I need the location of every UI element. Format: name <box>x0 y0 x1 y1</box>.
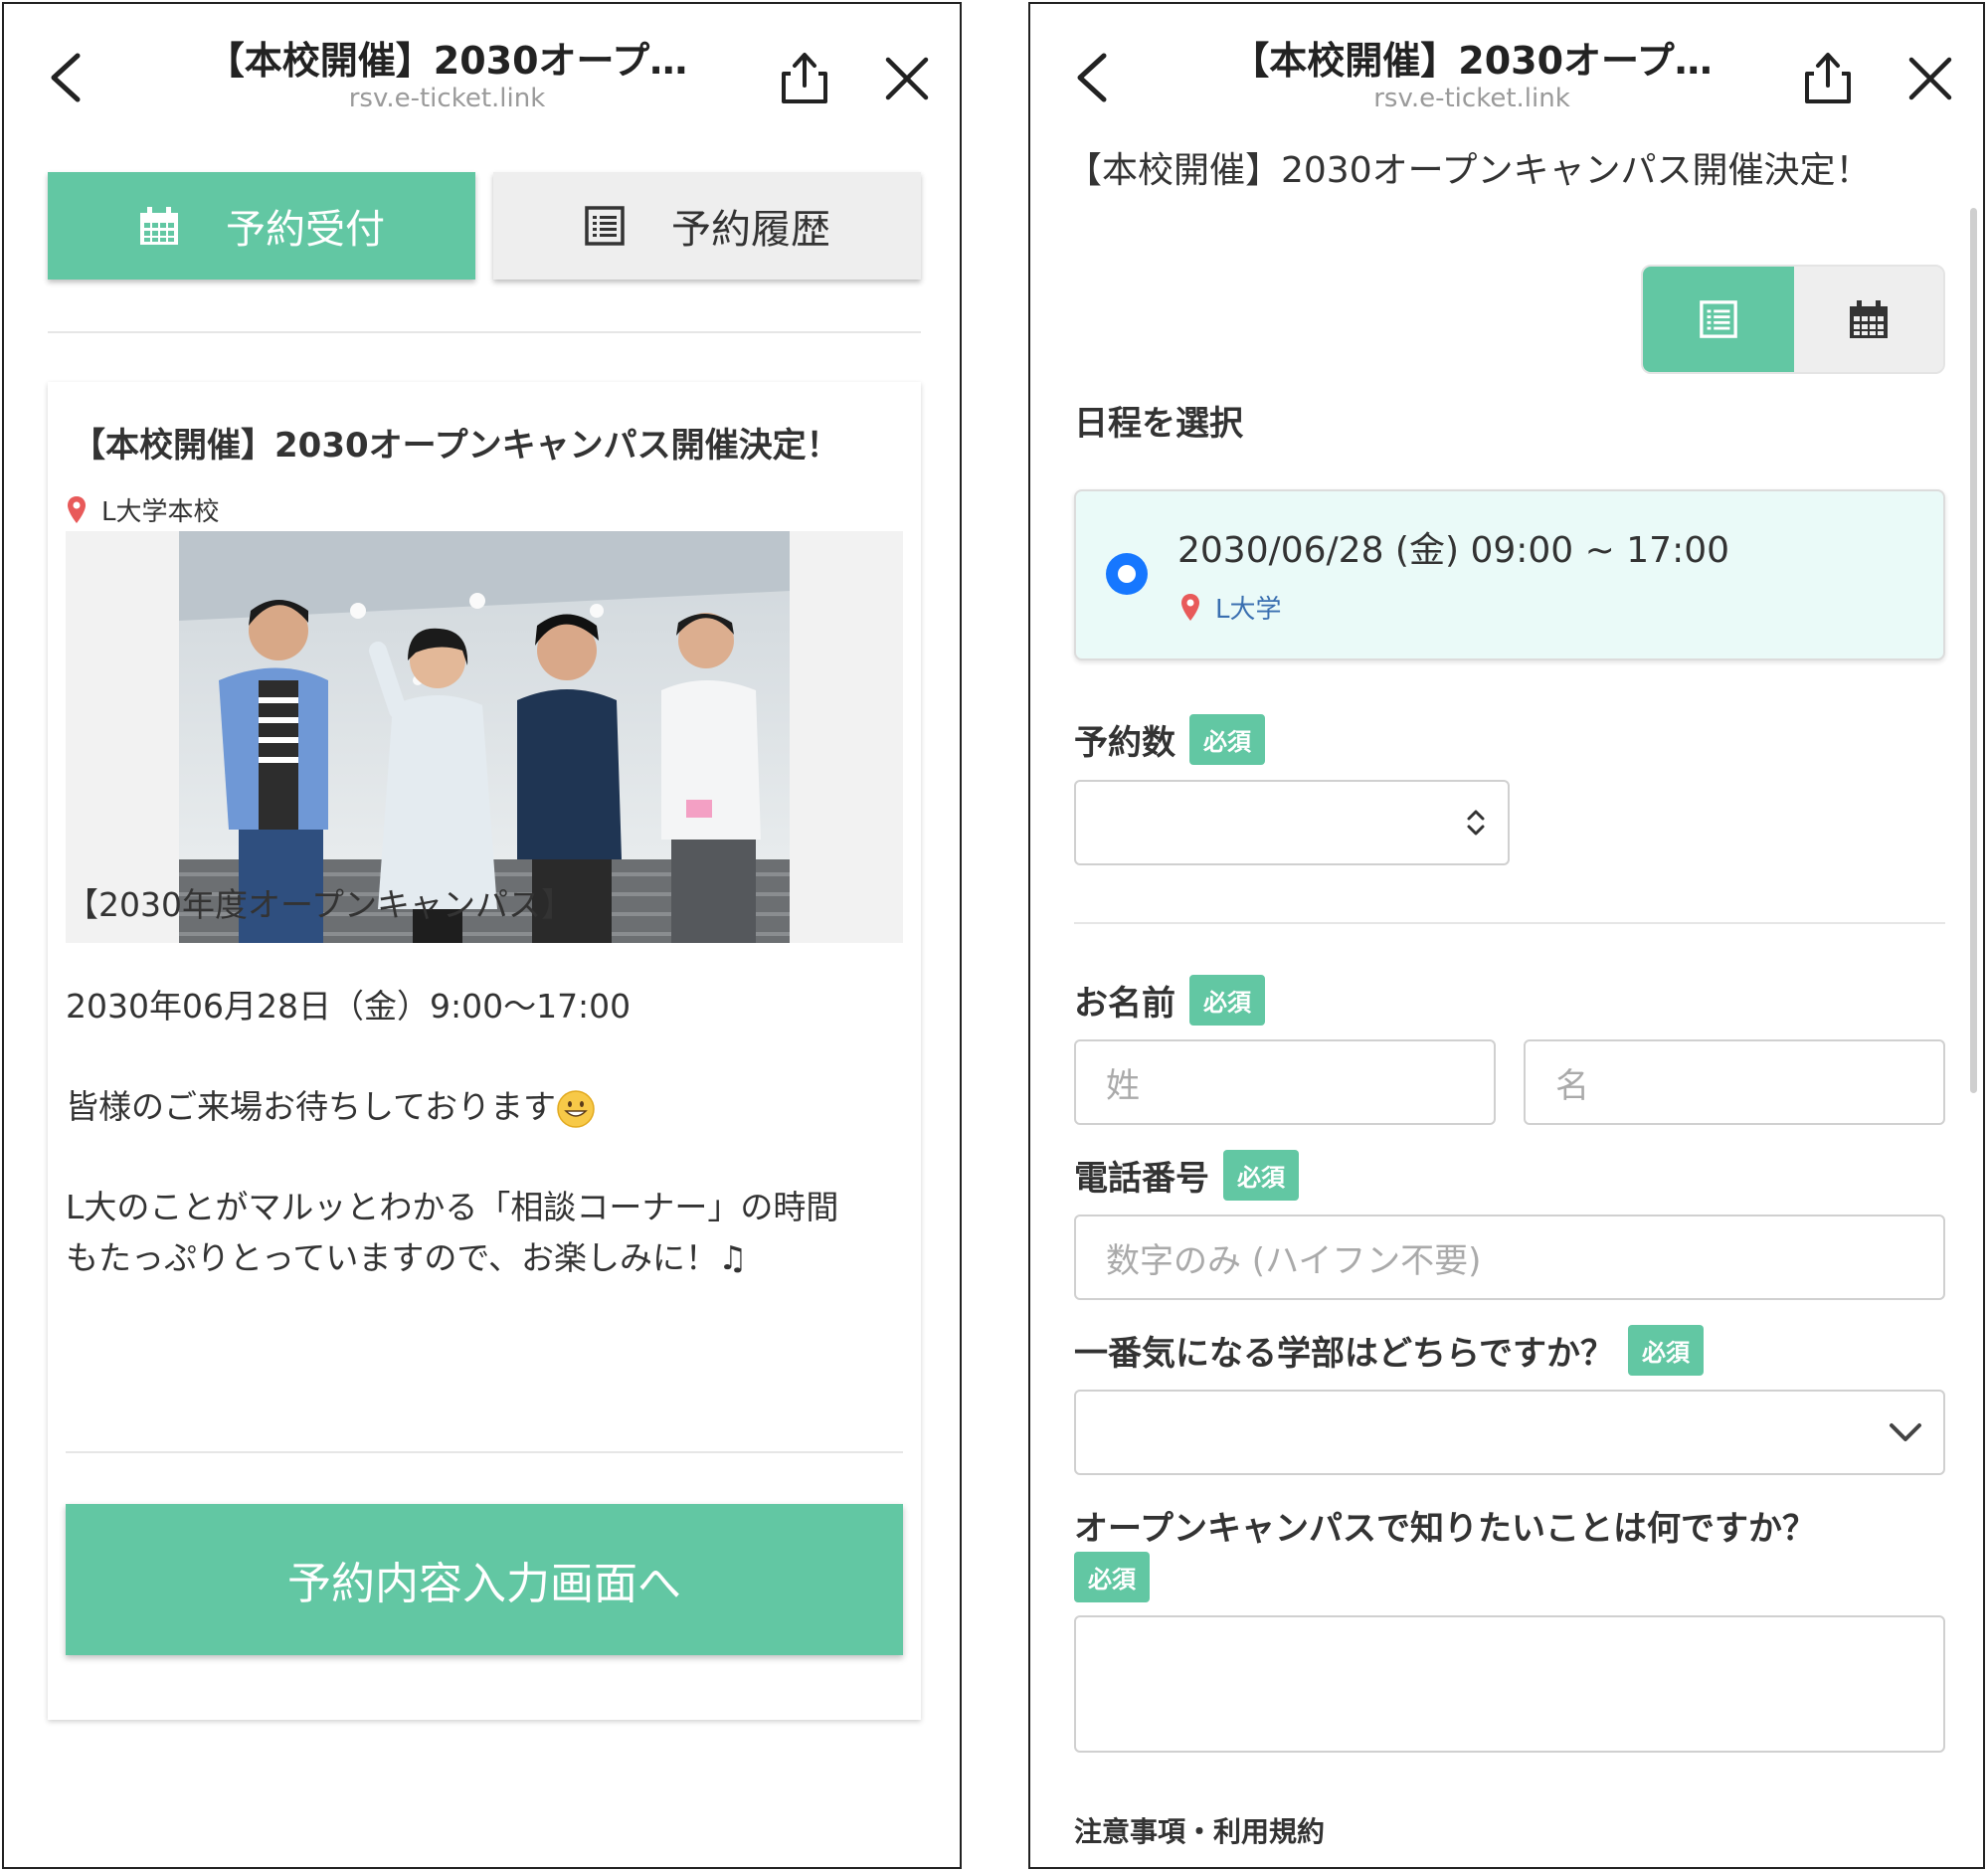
divider <box>66 1451 903 1453</box>
schedule-datetime: 2030/06/28 (金) 09:00 ~ 17:00 <box>1177 530 1730 571</box>
event-title: 【本校開催】2030オープンキャンパス開催決定！ <box>1066 150 1872 191</box>
page-title: 【本校開催】2030オープ… <box>206 39 688 83</box>
schedule-radio[interactable] <box>1106 553 1148 595</box>
phone-screen-event-detail: 【本校開催】2030オープ… rsv.e-ticket.link 予約受付 予約… <box>2 2 962 1869</box>
page-url: rsv.e-ticket.link <box>1373 84 1570 113</box>
close-icon[interactable] <box>1907 56 1953 101</box>
phone-placeholder: 数字のみ (ハイフン不要) <box>1106 1240 1482 1281</box>
phone-label-text: 電話番号 <box>1074 1159 1209 1199</box>
tab-reserve-label: 予約受付 <box>226 207 385 253</box>
event-description-welcome: 皆様のご来場お待ちしております <box>66 1081 596 1133</box>
event-title: 【本校開催】2030オープンキャンパス開催決定！ <box>72 426 840 466</box>
terms-label: 注意事項・利用規約 <box>1074 1815 1326 1848</box>
last-name-input[interactable]: 姓 <box>1074 1039 1496 1125</box>
scrollbar[interactable] <box>1970 208 1977 1093</box>
tab-history[interactable]: 予約履歴 <box>493 172 921 280</box>
list-icon <box>1700 300 1737 338</box>
phone-input[interactable]: 数字のみ (ハイフン不要) <box>1074 1215 1945 1300</box>
page-title: 【本校開催】2030オープ… <box>1231 39 1713 83</box>
event-location-label: L大学本校 <box>101 497 220 527</box>
quantity-label-text: 予約数 <box>1074 723 1175 763</box>
calendar-view-button[interactable] <box>1794 267 1943 372</box>
required-badge: 必須 <box>1074 1552 1150 1602</box>
required-badge: 必須 <box>1223 1150 1299 1201</box>
schedule-location-label: L大学 <box>1215 595 1282 625</box>
divider <box>1074 922 1945 924</box>
share-icon[interactable] <box>1802 50 1854 105</box>
share-icon[interactable] <box>779 50 830 105</box>
close-icon[interactable] <box>884 56 930 101</box>
faculty-label: 一番気になる学部はどちらですか？ 必須 <box>1074 1325 1704 1376</box>
last-name-placeholder: 姓 <box>1106 1065 1140 1106</box>
tab-reserve[interactable]: 予約受付 <box>48 172 475 280</box>
back-arrow-icon[interactable] <box>1068 48 1118 107</box>
schedule-label: 日程を選択 <box>1074 404 1243 444</box>
event-description-welcome-text: 皆様のご来場お待ちしております <box>66 1087 557 1126</box>
phone-screen-reservation-form: 【本校開催】2030オープ… rsv.e-ticket.link 【本校開催】2… <box>1028 2 1985 1869</box>
event-description-heading: 【2030年度オープンキャンパス】 <box>66 885 575 924</box>
page-url: rsv.e-ticket.link <box>348 84 546 113</box>
event-description-line4: L大のことがマルッとわかる「相談コーナー」の時間 <box>66 1188 839 1226</box>
updown-chevron-icon <box>1467 810 1485 836</box>
faculty-label-text: 一番気になる学部はどちらですか？ <box>1074 1334 1614 1374</box>
map-pin-icon <box>1181 593 1199 621</box>
list-icon <box>585 206 625 246</box>
required-badge: 必須 <box>1189 714 1265 765</box>
tab-history-label: 予約履歴 <box>671 207 830 253</box>
back-arrow-icon[interactable] <box>42 48 91 107</box>
required-badge: 必須 <box>1189 975 1265 1026</box>
name-label-text: お名前 <box>1074 984 1175 1024</box>
grin-emoji-icon <box>557 1089 595 1128</box>
quantity-label: 予約数 必須 <box>1074 714 1265 765</box>
list-view-button[interactable] <box>1643 267 1794 372</box>
question-textarea[interactable] <box>1074 1615 1945 1753</box>
map-pin-icon <box>68 495 86 523</box>
browser-topbar: 【本校開催】2030オープ… rsv.e-ticket.link <box>1030 4 1983 133</box>
name-label: お名前 必須 <box>1074 975 1265 1026</box>
first-name-placeholder: 名 <box>1555 1065 1589 1106</box>
question-label: オープンキャンパスで知りたいことは何ですか？ <box>1074 1509 1816 1549</box>
schedule-location: L大学 <box>1179 589 1282 626</box>
proceed-to-form-button[interactable]: 予約内容入力画面へ <box>66 1504 903 1655</box>
view-toggle <box>1641 265 1945 374</box>
quantity-select[interactable] <box>1074 780 1510 865</box>
required-badge: 必須 <box>1627 1325 1704 1376</box>
event-location: L大学本校 <box>66 491 220 528</box>
question-required: 必須 <box>1060 1552 1150 1602</box>
divider <box>48 331 921 333</box>
first-name-input[interactable]: 名 <box>1524 1039 1945 1125</box>
event-description-line5: もたっぷりとっていますので、お楽しみに！♫ <box>66 1238 748 1277</box>
event-card: 【本校開催】2030オープンキャンパス開催決定！ L大学本校 【2030年度オー… <box>48 382 921 1720</box>
phone-label: 電話番号 必須 <box>1074 1150 1299 1201</box>
schedule-option[interactable]: 2030/06/28 (金) 09:00 ~ 17:00 L大学 <box>1074 489 1945 660</box>
faculty-select[interactable] <box>1074 1390 1945 1475</box>
calendar-icon <box>140 207 178 245</box>
calendar-icon <box>1850 300 1888 338</box>
browser-topbar: 【本校開催】2030オープ… rsv.e-ticket.link <box>4 4 960 133</box>
event-description-date: 2030年06月28日（金）9:00〜17:00 <box>66 987 632 1026</box>
chevron-down-icon <box>1890 1423 1921 1441</box>
